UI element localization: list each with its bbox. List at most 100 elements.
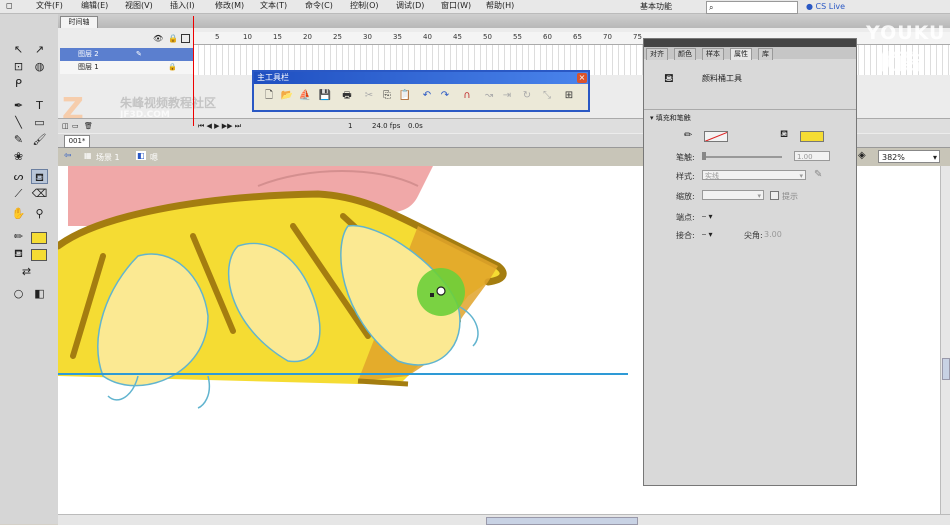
hand-tool-icon[interactable]: ✋ (10, 206, 27, 221)
stroke-color-swatch[interactable] (31, 232, 47, 244)
bridge-icon[interactable]: ⛵ (298, 89, 312, 103)
menu-text[interactable]: 文本(T) (260, 0, 287, 12)
new-file-icon[interactable]: 🗋 (262, 89, 276, 103)
brush-tool-icon[interactable]: 🖌 (31, 132, 48, 147)
menu-modify[interactable]: 修改(M) (215, 0, 244, 12)
horizontal-scrollbar[interactable] (58, 514, 950, 525)
tab-align[interactable]: 对齐 (646, 48, 668, 60)
layer-row-1[interactable]: 图层 1 🔒 (60, 61, 193, 74)
eraser-tool-icon[interactable]: ⌫ (31, 186, 48, 201)
help-search-input[interactable]: ⌕ (706, 1, 798, 14)
snap-magnet-icon[interactable]: ∩ (460, 89, 474, 103)
open-file-icon[interactable]: 📂 (280, 89, 294, 103)
new-layer-icon[interactable]: ◫ (62, 119, 69, 133)
smooth-icon[interactable]: ↝ (482, 89, 496, 103)
redo-icon[interactable]: ↷ (438, 89, 452, 103)
selection-tool-icon[interactable]: ↖ (10, 42, 27, 57)
menu-view[interactable]: 视图(V) (125, 0, 153, 12)
shape-bottom-edge (357, 378, 409, 387)
menu-help[interactable]: 帮助(H) (486, 0, 514, 12)
panel-grip[interactable] (644, 39, 856, 47)
bone-tool-icon[interactable]: ᔕ (10, 169, 27, 184)
copy-icon[interactable]: ⎘ (380, 89, 394, 103)
rotate-icon[interactable]: ↻ (520, 89, 534, 103)
fill-color-icon: ⛾ (780, 129, 789, 140)
paint-bucket-tool-icon[interactable]: ⛾ (31, 169, 48, 184)
cut-icon[interactable]: ✂ (362, 89, 376, 103)
vertical-scroll-thumb[interactable] (942, 358, 950, 380)
style-value: 实线 (705, 172, 719, 180)
menu-commands[interactable]: 命令(C) (305, 0, 333, 12)
menu-edit[interactable]: 编辑(E) (81, 0, 108, 12)
paste-icon[interactable]: 📋 (398, 89, 412, 103)
tab-color[interactable]: 颜色 (674, 48, 696, 60)
free-transform-tool-icon[interactable]: ⊡ (10, 59, 27, 74)
snap-icon[interactable]: ◧ (31, 286, 48, 301)
style-select[interactable]: 实线 ▾ (702, 170, 806, 180)
edit-symbols-icon[interactable]: ◈ (858, 150, 866, 161)
layer-visibility-icon[interactable]: 👁 (153, 34, 163, 43)
frame-rate[interactable]: 24.0 fps (372, 119, 400, 133)
miter-input[interactable]: 3.00 (764, 230, 782, 239)
subselection-tool-icon[interactable]: ↗ (31, 42, 48, 57)
menu-debug[interactable]: 调试(D) (396, 0, 424, 12)
timeline-tab[interactable]: 时间轴 (60, 16, 98, 28)
tab-properties[interactable]: 属性 (730, 48, 752, 60)
align-icon[interactable]: ⊞ (562, 89, 576, 103)
main-toolbar-title[interactable]: 主工具栏 × (254, 72, 588, 84)
fill-color-swatch[interactable] (800, 131, 824, 142)
pen-tool-icon[interactable]: ✒ (10, 98, 27, 113)
lasso-tool-icon[interactable]: ᑭ (10, 76, 27, 91)
stroke-slider-thumb[interactable] (702, 152, 706, 160)
straighten-icon[interactable]: ⇥ (500, 89, 514, 103)
object-drawing-icon[interactable]: ○ (10, 286, 27, 301)
layer-lock-icon[interactable]: 🔒 (168, 34, 178, 43)
cap-select[interactable]: ⎯ ▾ (702, 212, 713, 222)
vertical-scrollbar[interactable] (940, 166, 950, 514)
tab-library[interactable]: 库 (758, 48, 773, 60)
menu-file[interactable]: 文件(F) (36, 0, 63, 12)
hinting-checkbox[interactable] (770, 191, 779, 200)
line-tool-icon[interactable]: ╲ (10, 115, 27, 130)
stroke-slider[interactable] (702, 156, 782, 158)
edit-stroke-style-icon[interactable]: ✎ (814, 169, 822, 180)
workspace-switcher[interactable]: 基本功能 (640, 1, 672, 12)
new-folder-icon[interactable]: ▭ (72, 119, 79, 133)
layer-row-2[interactable]: 图层 2 ✎ (60, 48, 193, 61)
stroke-color-swatch[interactable] (704, 131, 728, 142)
pencil-tool-icon[interactable]: ✎ (10, 132, 27, 147)
eyedropper-tool-icon[interactable]: ⟋ (10, 186, 27, 201)
tab-swatches[interactable]: 样本 (702, 48, 724, 60)
symbol-breadcrumb[interactable]: 嗯 (150, 152, 158, 163)
stroke-width-input[interactable]: 1.00 (794, 151, 830, 161)
section-header[interactable]: ▾ 填充和笔触 (650, 113, 691, 123)
app-icon[interactable]: ◻ (6, 0, 13, 12)
main-toolbar-window[interactable]: 主工具栏 × 🗋 📂 ⛵ 💾 🖶 ✂ ⎘ 📋 ↶ ↷ ∩ ↝ ⇥ ↻ ⤡ ⊞ (252, 70, 590, 112)
menu-insert[interactable]: 插入(I) (170, 0, 195, 12)
zoom-select[interactable]: 382% ▾ (878, 150, 940, 163)
delete-layer-icon[interactable]: 🗑 (84, 119, 93, 133)
swap-colors-icon[interactable]: ⇄ (18, 264, 35, 279)
back-arrow-icon[interactable]: ⇦ (64, 151, 72, 161)
rectangle-tool-icon[interactable]: ▭ (31, 115, 48, 130)
text-tool-icon[interactable]: T (31, 98, 48, 113)
print-icon[interactable]: 🖶 (340, 89, 354, 103)
layer-outline-icon[interactable] (181, 34, 190, 43)
zoom-tool-icon[interactable]: ⚲ (31, 206, 48, 221)
document-tab[interactable]: 001* (64, 135, 90, 148)
fill-color-swatch[interactable] (31, 249, 47, 261)
playback-controls[interactable]: ⏮ ◀ ▶ ▶▶ ⏭ (198, 119, 241, 133)
menu-control[interactable]: 控制(O) (350, 0, 379, 12)
playhead[interactable] (193, 16, 194, 126)
save-icon[interactable]: 💾 (318, 89, 332, 103)
scale-icon[interactable]: ⤡ (540, 89, 554, 103)
scene-breadcrumb[interactable]: 场景 1 (96, 152, 120, 163)
deco-tool-icon[interactable]: ❀ (10, 149, 27, 164)
cs-live-button[interactable]: ● CS Live (806, 1, 845, 12)
close-button[interactable]: × (577, 73, 587, 83)
undo-icon[interactable]: ↶ (420, 89, 434, 103)
3d-rotation-tool-icon[interactable]: ◍ (31, 59, 48, 74)
menu-window[interactable]: 窗口(W) (441, 0, 471, 12)
join-select[interactable]: ⎯ ▾ (702, 230, 713, 240)
scale-select[interactable]: ▾ (702, 190, 764, 200)
